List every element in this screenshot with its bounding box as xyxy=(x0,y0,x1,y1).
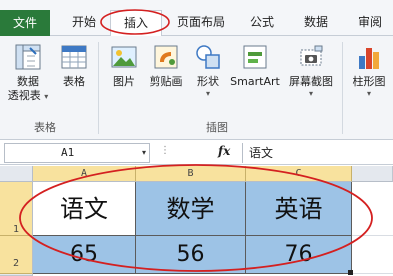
clipart-label: 剪贴画 xyxy=(149,75,183,88)
ribbon-insert-panel: 数据 透视表 ▾ 表格 图片 剪贴画 形状 ▾ SmartArt 屏幕截图 ▾ … xyxy=(0,36,393,140)
tab-formulas[interactable]: 公式 xyxy=(242,10,282,36)
select-all-corner[interactable] xyxy=(0,166,33,182)
column-header-d[interactable] xyxy=(352,166,393,182)
pivot-dropdown-caret[interactable]: ▾ xyxy=(44,92,48,101)
clipart-icon xyxy=(154,45,178,69)
group-separator xyxy=(98,42,99,134)
smartart-icon xyxy=(243,45,267,69)
pivot-label-line1: 数据 xyxy=(17,75,39,88)
table-button[interactable]: 表格 xyxy=(54,42,94,89)
shapes-dropdown-caret[interactable]: ▾ xyxy=(190,89,226,98)
smartart-label: SmartArt xyxy=(230,75,280,88)
column-chart-icon xyxy=(359,48,379,69)
row-header-1[interactable]: 1 xyxy=(0,182,33,236)
insert-function-button[interactable]: fx xyxy=(218,144,230,158)
group-label-illustrations: 插图 xyxy=(206,121,228,134)
column-chart-label: 柱形图 xyxy=(352,75,386,88)
clipart-button[interactable]: 剪贴画 xyxy=(144,42,188,89)
pivot-label-line2: 透视表 xyxy=(7,89,41,102)
worksheet-grid: A B C 1 2 语文 数学 英语 65 56 76 xyxy=(0,166,393,276)
tab-home[interactable]: 开始 xyxy=(64,10,104,36)
screenshot-dropdown-caret[interactable]: ▾ xyxy=(284,89,338,98)
gridline xyxy=(352,273,393,274)
tab-file[interactable]: 文件 xyxy=(0,10,50,36)
cell-a2[interactable]: 65 xyxy=(33,236,136,274)
formula-bar-resize-handle[interactable]: ⋮ xyxy=(160,145,170,156)
picture-label: 图片 xyxy=(113,75,135,88)
picture-icon xyxy=(111,46,137,68)
formula-input[interactable]: 语文 xyxy=(242,143,393,163)
tab-data[interactable]: 数据 xyxy=(296,10,336,36)
group-separator xyxy=(342,42,343,134)
group-label-tables: 表格 xyxy=(34,121,56,134)
gridline xyxy=(352,235,393,236)
name-box[interactable]: A1 xyxy=(4,143,150,163)
column-header-a[interactable]: A xyxy=(33,166,136,182)
ribbon-tab-bar: 文件 开始 插入 页面布局 公式 数据 审阅 xyxy=(0,0,393,37)
tab-insert[interactable]: 插入 xyxy=(110,10,162,37)
column-chart-dropdown-caret[interactable]: ▾ xyxy=(346,89,392,98)
name-box-dropdown-icon[interactable]: ▾ xyxy=(138,143,150,163)
cell-b1[interactable]: 数学 xyxy=(136,182,246,236)
cell-b2[interactable]: 56 xyxy=(136,236,246,274)
column-header-c[interactable]: C xyxy=(246,166,352,182)
column-header-b[interactable]: B xyxy=(136,166,246,182)
shapes-label: 形状 xyxy=(197,75,219,88)
screenshot-button[interactable]: 屏幕截图 ▾ xyxy=(284,42,338,98)
tab-review[interactable]: 审阅 xyxy=(350,10,390,36)
table-icon xyxy=(61,45,87,69)
cell-c2[interactable]: 76 xyxy=(246,236,352,274)
cell-c1[interactable]: 英语 xyxy=(246,182,352,236)
shapes-button[interactable]: 形状 ▾ xyxy=(190,42,226,98)
pivot-table-button[interactable]: 数据 透视表 ▾ xyxy=(6,42,50,104)
cell-a1[interactable]: 语文 xyxy=(33,182,136,236)
screenshot-label: 屏幕截图 xyxy=(289,75,333,88)
column-chart-button[interactable]: 柱形图 ▾ xyxy=(346,42,392,98)
table-label: 表格 xyxy=(63,75,85,88)
picture-button[interactable]: 图片 xyxy=(104,42,144,89)
row-header-2[interactable]: 2 xyxy=(0,236,33,274)
shapes-icon xyxy=(196,45,220,69)
tab-page-layout[interactable]: 页面布局 xyxy=(170,10,232,36)
fill-handle[interactable] xyxy=(348,270,353,275)
screenshot-icon xyxy=(300,45,323,66)
pivot-table-icon xyxy=(15,44,41,70)
smartart-button[interactable]: SmartArt xyxy=(228,42,282,89)
formula-bar: A1 ▾ ⋮ fx 语文 xyxy=(0,141,393,165)
